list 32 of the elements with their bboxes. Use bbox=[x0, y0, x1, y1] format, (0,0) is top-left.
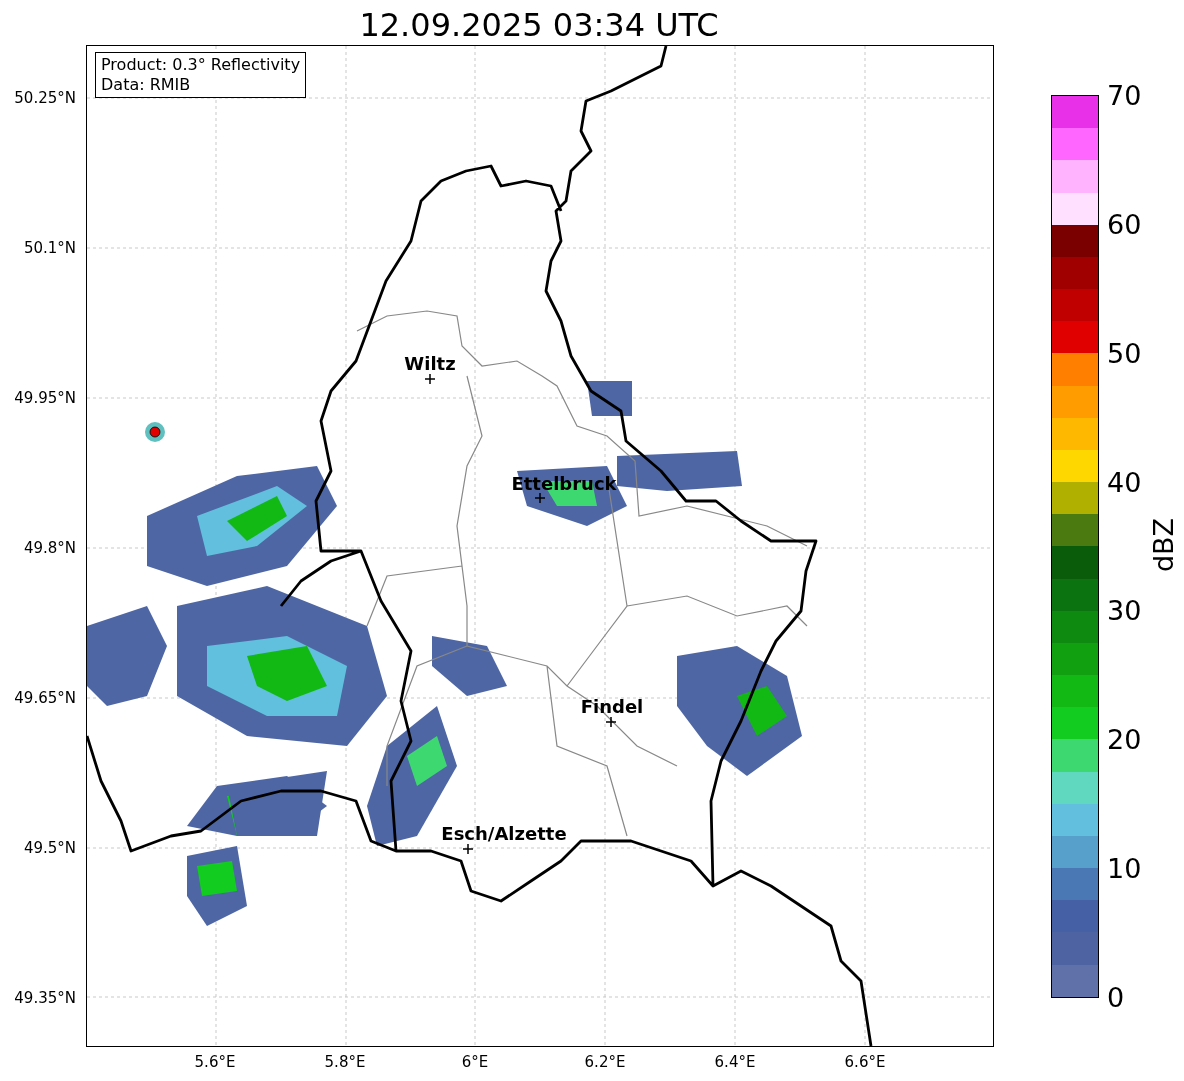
longitude-tick-label: 6.2°E bbox=[584, 1053, 626, 1071]
city-label: Esch/Alzette bbox=[441, 822, 567, 844]
colorbar-tick-label: 40 bbox=[1107, 466, 1142, 498]
latitude-tick-label: 49.8°N bbox=[23, 539, 76, 557]
longitude-tick-label: 5.6°E bbox=[194, 1053, 236, 1071]
latitude-tick-label: 50.25°N bbox=[14, 89, 76, 107]
colorbar-tick-label: 70 bbox=[1107, 79, 1142, 111]
city-marker-icon bbox=[425, 374, 435, 384]
city-marker-icon bbox=[535, 493, 545, 503]
colorbar-tick-label: 0 bbox=[1107, 981, 1125, 1013]
legend-text: Data: RMIB bbox=[101, 75, 192, 95]
colorbar-tick-label: 50 bbox=[1107, 337, 1142, 369]
longitude-tick-label: 6°E bbox=[461, 1053, 489, 1071]
city-label: Wiltz bbox=[404, 352, 456, 374]
city-label: Findel bbox=[580, 695, 644, 717]
latitude-tick-label: 49.35°N bbox=[14, 989, 76, 1007]
colorbar-tick-label: 10 bbox=[1107, 852, 1142, 884]
latitude-tick-label: 49.5°N bbox=[23, 839, 76, 857]
latitude-tick-label: 49.95°N bbox=[14, 389, 76, 407]
colorbar-tick-label: 20 bbox=[1107, 723, 1142, 755]
colorbar-label: dBZ bbox=[1147, 517, 1179, 573]
longitude-tick-label: 5.8°E bbox=[324, 1053, 366, 1071]
colorbar-tick-label: 60 bbox=[1107, 208, 1142, 240]
latitude-tick-label: 50.1°N bbox=[23, 239, 76, 257]
city-marker-icon bbox=[463, 844, 473, 854]
latitude-tick-label: 49.65°N bbox=[14, 689, 76, 707]
longitude-tick-label: 6.6°E bbox=[844, 1053, 886, 1071]
longitude-tick-label: 6.4°E bbox=[714, 1053, 756, 1071]
colorbar-tick-label: 30 bbox=[1107, 594, 1142, 626]
city-marker-icon bbox=[606, 717, 616, 727]
legend-text: Product: 0.3° Reflectivity bbox=[101, 55, 301, 75]
map-title: 12.09.2025 03:34 UTC bbox=[358, 5, 720, 45]
